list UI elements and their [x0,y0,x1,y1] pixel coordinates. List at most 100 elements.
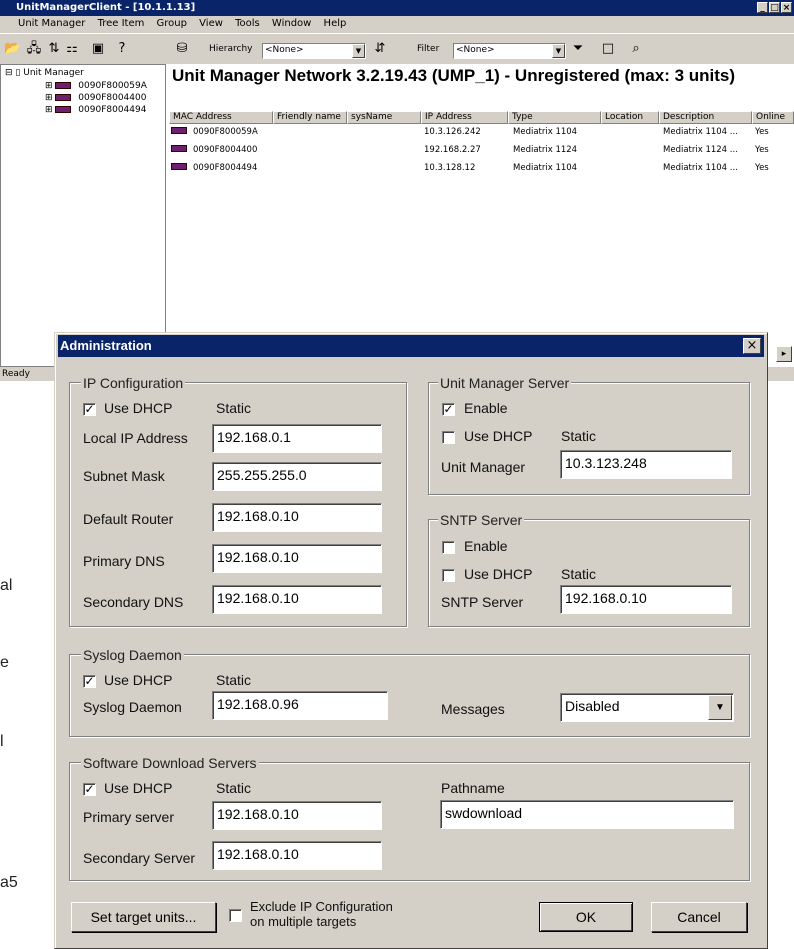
checkbox-label: Use DHCP [464,566,533,582]
row-ip: 192.168.2.27 [424,145,481,155]
syslog-use-dhcp-checkbox[interactable]: ✓ [83,675,96,688]
static-label: Static [561,566,597,582]
tree-icon[interactable]: ⚏ [64,41,80,57]
pathname-field[interactable]: swdownload [440,800,734,829]
chevron-down-icon: ▼ [552,44,565,58]
subnet-mask-field[interactable]: 255.255.255.0 [212,462,382,491]
col-sysname[interactable]: sysName [347,111,421,124]
filter-label: Filter [417,44,440,54]
cancel-button[interactable]: Cancel [651,902,747,932]
row-mac: 0090F8004494 [193,163,258,173]
chevron-down-icon[interactable]: ▼ [708,695,732,720]
tree-item[interactable]: ⊞ 0090F8004494 [45,105,146,115]
background-text: al [0,577,13,594]
col-mac[interactable]: MAC Address [169,111,273,124]
secondary-dns-field[interactable]: 192.168.0.10 [212,585,382,614]
group-label: Syslog Daemon [81,647,184,663]
col-type[interactable]: Type [508,111,601,124]
network-icon[interactable]: 🖧 [26,41,42,57]
field-label: Syslog Daemon [83,699,182,715]
group-label: Unit Manager Server [438,375,572,391]
row-ip: 10.3.128.12 [424,163,476,173]
field-label: Secondary Server [83,850,196,866]
menu-window[interactable]: Window [272,18,311,29]
scroll-right-button[interactable]: ▸ [776,346,792,362]
menu-unit-manager[interactable]: Unit Manager [18,18,85,29]
exclude-ip-checkbox[interactable] [229,909,242,922]
primary-server-field[interactable]: 192.168.0.10 [212,801,382,830]
refresh-icon[interactable]: ⇅ [46,41,62,57]
hierarchy-value: <None> [265,45,304,55]
filter-value: <None> [456,45,495,55]
unit-icon [171,126,191,136]
menu-group[interactable]: Group [157,18,187,29]
menu-tools[interactable]: Tools [235,18,260,29]
unit-tree: ⊟ ▯ Unit Manager ⊞ 0090F800059A ⊞ 0090F8… [0,64,166,367]
hierarchy-icon[interactable]: ⛁ [174,41,190,57]
col-online[interactable]: Online [752,111,794,124]
filter-combo[interactable]: <None> ▼ [453,43,566,59]
col-location[interactable]: Location [601,111,659,124]
exclude-line-2: on multiple targets [250,914,357,929]
group-label: Software Download Servers [81,755,259,771]
row-type: Mediatrix 1104 [513,127,578,137]
row-online: Yes [755,163,769,173]
toolbar: 📂 🖧 ⇅ ⚏ ▣ ? ⛁ Hierarchy <None> ▼ ⇵ Filte… [0,33,794,64]
filter-icon[interactable]: ⏷ [570,41,586,57]
ip-use-dhcp-checkbox[interactable]: ✓ [83,403,96,416]
primary-dns-field[interactable]: 192.168.0.10 [212,544,382,573]
col-friendly-name[interactable]: Friendly name [273,111,347,124]
sntp-server-field[interactable]: 192.168.0.10 [560,585,732,614]
ok-button[interactable]: OK [539,902,633,932]
minimize-button[interactable]: _ [757,2,768,13]
tree-item-label: 0090F8004400 [78,93,147,103]
messages-select[interactable]: Disabled ▼ [560,693,734,722]
hierarchy-combo[interactable]: <None> ▼ [262,43,366,59]
tree-item-label: 0090F800059A [78,81,147,91]
background-text: l [0,733,4,750]
checkbox-label: Use DHCP [104,672,173,688]
set-target-units-button[interactable]: Set target units... [71,902,216,932]
row-desc: Mediatrix 1104 ... [663,163,738,173]
tree-root-label: Unit Manager [23,68,84,78]
sntp-use-dhcp-checkbox[interactable] [442,569,455,582]
field-label: Secondary DNS [83,594,184,610]
tree-root[interactable]: ⊟ ▯ Unit Manager [5,68,84,78]
local-ip-field[interactable]: 192.168.0.1 [212,424,382,453]
server-icon: ▯ [15,68,21,78]
network-header: Unit Manager Network 3.2.19.43 (UMP_1) -… [172,66,736,85]
messages-value: Disabled [565,698,620,714]
col-description[interactable]: Description [659,111,752,124]
menu-help[interactable]: Help [324,18,347,29]
secondary-server-field[interactable]: 192.168.0.10 [212,841,382,870]
binoculars-icon[interactable]: ⌕ [628,41,644,57]
field-label: Local IP Address [83,430,188,446]
syslog-daemon-field[interactable]: 192.168.0.96 [212,691,388,720]
default-router-field[interactable]: 192.168.0.10 [212,503,382,532]
close-button[interactable]: × [781,2,792,13]
tree-item[interactable]: ⊞ 0090F800059A [45,81,147,91]
unit-manager-field[interactable]: 10.3.123.248 [560,450,732,479]
close-icon[interactable]: × [743,338,761,354]
expand-icon: ⊞ [45,93,53,103]
hierarchy-label: Hierarchy [209,44,253,54]
col-ip[interactable]: IP Address [421,111,508,124]
open-folder-icon[interactable]: 📂 [4,41,20,57]
field-label: Pathname [441,780,505,796]
view-icon[interactable]: □ [600,41,616,57]
sort-icon[interactable]: ⇵ [372,41,388,57]
collapse-icon: ⊟ [5,68,13,78]
app-title-bar: UnitManagerClient - [10.1.1.13] _ □ × [0,0,794,16]
sntp-enable-checkbox[interactable] [442,541,455,554]
tree-item[interactable]: ⊞ 0090F8004400 [45,93,146,103]
um-use-dhcp-checkbox[interactable] [442,431,455,444]
um-enable-checkbox[interactable]: ✓ [442,403,455,416]
unit-icon [171,162,191,172]
help-icon[interactable]: ? [114,41,130,57]
background-text: a5 [0,874,18,891]
sw-use-dhcp-checkbox[interactable]: ✓ [83,783,96,796]
menu-tree-item[interactable]: Tree Item [98,18,145,29]
window-icon[interactable]: ▣ [90,41,106,57]
maximize-button[interactable]: □ [769,2,780,13]
menu-view[interactable]: View [199,18,223,29]
